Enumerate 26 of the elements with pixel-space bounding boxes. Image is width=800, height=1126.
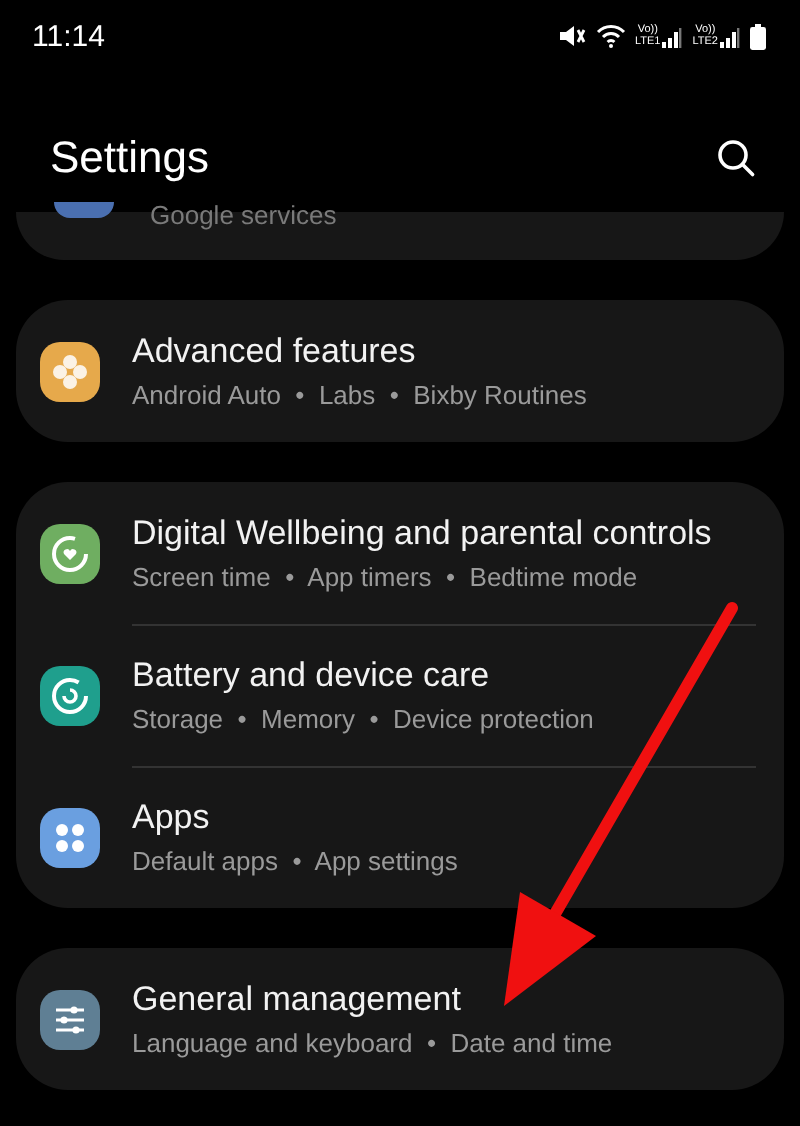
- signal-icon: [720, 28, 740, 48]
- apps-icon: [40, 807, 100, 867]
- settings-item[interactable]: General management Language and keyboard • Date and time: [16, 948, 784, 1090]
- item-title: General management: [132, 980, 463, 1020]
- settings-item[interactable]: Apps Default apps • App settings: [16, 766, 784, 908]
- item-subtitle: Storage • Memory • Device protection: [132, 704, 594, 734]
- item-subtitle: Android Auto • Labs • Bixby Routines: [132, 380, 587, 410]
- settings-item[interactable]: Digital Wellbeing and parental controls Screen time • App timers • Bedtime mode: [16, 482, 784, 624]
- item-subtitle: Default apps • App settings: [132, 846, 458, 876]
- settings-item[interactable]: Advanced features Android Auto • Labs • Bixby Routines: [16, 300, 784, 442]
- wifi-icon: [595, 24, 625, 48]
- page-title: Settings: [50, 132, 209, 184]
- item-title: Digital Wellbeing and parental controls: [132, 514, 712, 554]
- flower-icon: [40, 341, 100, 401]
- signal-icon: [662, 28, 683, 48]
- item-title: Apps: [132, 798, 212, 838]
- search-icon[interactable]: [716, 138, 756, 178]
- item-subtitle: Screen time • App timers • Bedtime mode: [132, 562, 640, 592]
- settings-item[interactable]: Battery and device care Storage • Memory • Device protection: [16, 624, 784, 766]
- sliders-icon: [40, 989, 100, 1049]
- status-time: 11:14: [32, 19, 105, 53]
- item-title: Battery and device care: [132, 656, 492, 696]
- mute-icon: [557, 24, 585, 48]
- item-subtitle: Google services: [150, 200, 337, 230]
- item-subtitle: Language and keyboard • Date and time: [132, 1028, 613, 1058]
- item-title: Advanced features: [132, 332, 418, 372]
